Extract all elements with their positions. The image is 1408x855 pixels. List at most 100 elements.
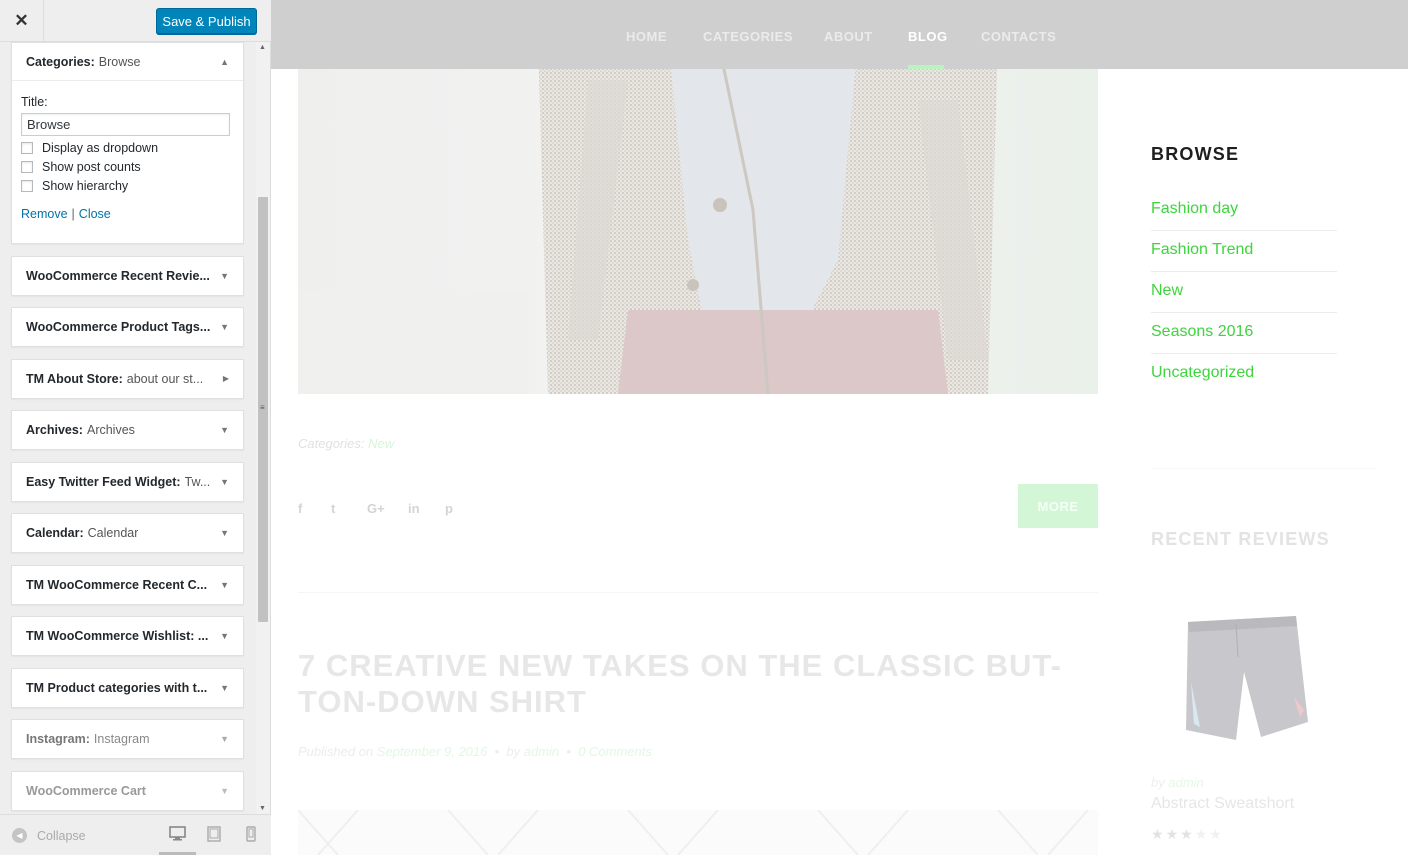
widget-item[interactable]: WooCommerce Product Tags... ▼ <box>11 307 244 347</box>
review-author: by admin <box>1151 775 1204 790</box>
widget-item[interactable]: Instagram: Instagram ▼ <box>11 719 244 759</box>
nav-home[interactable]: HOME <box>626 29 667 44</box>
title-field-label: Title: <box>21 95 48 109</box>
post-categories: Categories: New <box>298 436 394 451</box>
expand-arrow-icon: ▼ <box>220 580 229 590</box>
save-publish-button[interactable]: Save & Publish <box>156 8 257 34</box>
category-link[interactable]: Fashion day <box>1151 190 1337 231</box>
desktop-preview-icon[interactable] <box>169 826 186 845</box>
widget-title-input[interactable] <box>21 113 230 136</box>
expand-arrow-icon: ▼ <box>220 477 229 487</box>
widget-categories-header[interactable]: Categories: Browse ▲ <box>12 43 243 81</box>
twitter-icon[interactable]: t <box>331 501 335 516</box>
facebook-icon[interactable]: f <box>298 501 302 516</box>
next-post-image[interactable] <box>298 810 1098 855</box>
sidebar-scrollbar[interactable]: ▲ ≡ ▼ <box>256 42 270 814</box>
browse-category-list: Fashion day Fashion Trend New Seasons 20… <box>1151 190 1337 395</box>
option-display-dropdown[interactable]: Display as dropdown <box>21 140 234 155</box>
by-label: by <box>506 744 521 759</box>
widget-name: Instagram: <box>26 732 90 746</box>
widget-item[interactable]: WooCommerce Recent Revie... ▼ <box>11 256 244 296</box>
expand-arrow-icon: ▼ <box>220 683 229 693</box>
collapse-icon[interactable]: ◀ <box>12 828 27 843</box>
close-link[interactable]: Close <box>79 207 111 221</box>
post-featured-image[interactable] <box>298 40 1098 394</box>
customizer-sidebar: ✕ Save & Publish Categories: Browse ▲ Ti… <box>0 0 271 855</box>
nav-blog[interactable]: BLOG <box>908 29 948 44</box>
widget-categories: Categories: Browse ▲ Title: Display as d… <box>11 42 244 244</box>
checkbox-label: Show hierarchy <box>42 178 129 193</box>
product-image[interactable] <box>1176 612 1311 742</box>
star-icon: ★ <box>1209 826 1224 842</box>
google-plus-icon[interactable]: G+ <box>367 501 385 516</box>
checkbox-label: Display as dropdown <box>42 140 159 155</box>
widget-item[interactable]: TM WooCommerce Wishlist: ... ▼ <box>11 616 244 656</box>
category-link[interactable]: Fashion Trend <box>1151 231 1337 272</box>
widget-name: TM WooCommerce Recent C... <box>26 578 208 592</box>
scroll-down-icon[interactable]: ▼ <box>259 805 266 812</box>
review-rating: ★★★★★ <box>1151 826 1224 843</box>
comments-link[interactable]: 0 Comments <box>578 744 652 759</box>
tablet-preview-icon[interactable] <box>207 826 221 846</box>
expand-arrow-icon: ▼ <box>220 322 229 332</box>
pinterest-icon[interactable]: p <box>445 501 453 516</box>
site-preview: HOME CATEGORIES ABOUT BLOG CONTACTS Cate… <box>271 0 1408 855</box>
checkbox[interactable] <box>21 141 33 154</box>
option-show-post-counts[interactable]: Show post counts <box>21 159 234 174</box>
widget-item[interactable]: TM WooCommerce Recent C... ▼ <box>11 565 244 605</box>
scroll-up-icon[interactable]: ▲ <box>259 44 266 51</box>
widget-item[interactable]: WooCommerce Cart ▼ <box>11 771 244 811</box>
linkedin-icon[interactable]: in <box>408 501 420 516</box>
widget-name: Calendar: <box>26 526 84 540</box>
checkbox[interactable] <box>21 179 33 192</box>
more-button[interactable]: MORE <box>1018 484 1098 528</box>
close-customizer-button[interactable]: ✕ <box>0 0 44 41</box>
categories-label: Categories: <box>298 436 365 451</box>
widget-actions: Remove | Close <box>21 207 234 221</box>
close-icon: ✕ <box>14 10 29 30</box>
published-label: Published on <box>298 744 374 759</box>
by-label: by <box>1151 775 1165 790</box>
review-author-link[interactable]: admin <box>1168 775 1203 790</box>
nav-contacts[interactable]: CONTACTS <box>981 29 1056 44</box>
widget-name: WooCommerce Product Tags... <box>26 320 211 334</box>
widget-subtitle: Tw... <box>184 475 211 489</box>
widget-subtitle: about our st... <box>126 372 204 386</box>
widget-item[interactable]: TM Product categories with t... ▼ <box>11 668 244 708</box>
remove-link[interactable]: Remove <box>21 207 68 221</box>
expand-arrow-icon: ▼ <box>220 734 229 744</box>
widget-item[interactable]: TM About Store: about our st... ▶ <box>11 359 244 399</box>
star-icon: ★ <box>1165 826 1181 842</box>
category-link[interactable]: New <box>368 436 394 451</box>
option-show-hierarchy[interactable]: Show hierarchy <box>21 178 234 193</box>
sidebar-divider <box>1151 468 1376 469</box>
category-link[interactable]: Uncategorized <box>1151 354 1337 395</box>
collapse-arrow-icon: ▲ <box>220 57 229 67</box>
star-icon: ★ <box>1180 826 1195 842</box>
nav-categories[interactable]: CATEGORIES <box>703 29 793 44</box>
widget-item[interactable]: Easy Twitter Feed Widget: Tw... ▼ <box>11 462 244 502</box>
star-icon: ★ <box>1151 826 1166 842</box>
grip-icon: ≡ <box>260 403 265 412</box>
recent-reviews-title: RECENT REVIEWS <box>1151 529 1330 549</box>
review-product-name[interactable]: Abstract Sweatshort <box>1151 795 1294 813</box>
nav-about[interactable]: ABOUT <box>824 29 873 44</box>
collapse-label[interactable]: Collapse <box>37 829 86 843</box>
expand-arrow-icon: ▼ <box>220 271 229 281</box>
widget-name: Easy Twitter Feed Widget: <box>26 475 181 489</box>
post-title[interactable]: 7 CREATIVE NEW TAKES ON THE CLASSIC BUT-… <box>298 648 1078 720</box>
post-meta: Published on September 9, 2016 • by admi… <box>298 744 652 759</box>
category-link[interactable]: New <box>1151 272 1337 313</box>
mobile-preview-icon[interactable] <box>246 826 256 846</box>
widget-name: Archives: <box>26 423 83 437</box>
checkbox[interactable] <box>21 160 33 173</box>
widget-name: TM WooCommerce Wishlist: ... <box>26 629 209 643</box>
post-date-link[interactable]: September 9, 2016 <box>377 744 488 759</box>
widget-item[interactable]: Archives: Archives ▼ <box>11 410 244 450</box>
scrollbar-thumb[interactable]: ≡ <box>258 197 268 622</box>
expand-arrow-icon: ▼ <box>220 425 229 435</box>
meta-dot: • <box>491 744 507 759</box>
author-link[interactable]: admin <box>524 744 559 759</box>
widget-item[interactable]: Calendar: Calendar ▼ <box>11 513 244 553</box>
category-link[interactable]: Seasons 2016 <box>1151 313 1337 354</box>
